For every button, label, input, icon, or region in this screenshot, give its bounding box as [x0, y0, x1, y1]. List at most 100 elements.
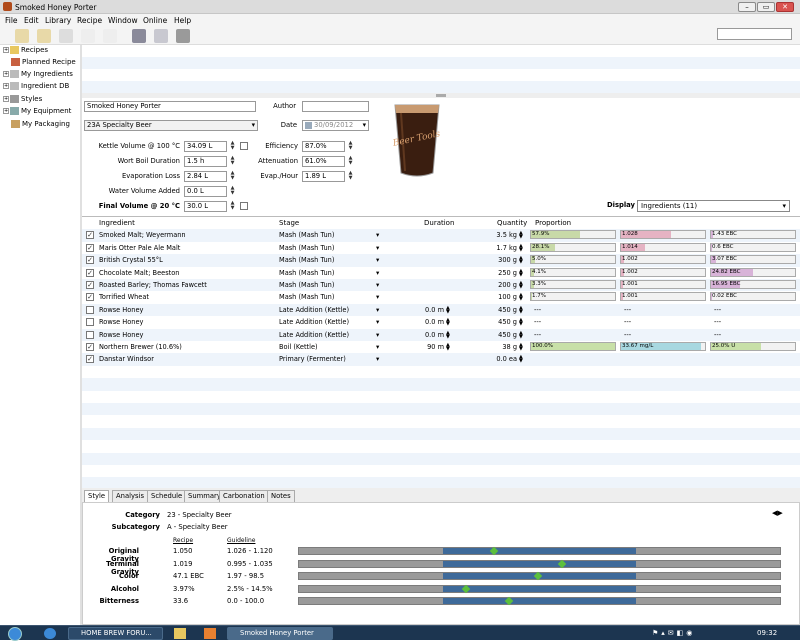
table-row[interactable]: ✓ Chocolate Malt; Beeston Mash (Mash Tun) ▾…	[82, 267, 800, 279]
open-folder-icon[interactable]	[37, 29, 51, 43]
evap-hour-spinner[interactable]: ▲ ▼	[348, 171, 353, 181]
new-document-icon[interactable]	[81, 29, 95, 43]
save-all-icon[interactable]	[154, 29, 168, 43]
quantity-spinner[interactable]: ▲ ▼	[519, 355, 523, 364]
tab-notes[interactable]: Notes	[267, 490, 295, 502]
attenuation-input[interactable]: 61.0%	[302, 156, 345, 167]
evaporation-loss-input[interactable]: 2.84 L	[184, 171, 227, 182]
media-player-icon[interactable]	[204, 628, 216, 639]
save-icon[interactable]	[132, 29, 146, 43]
stage-dropdown-icon[interactable]: ▾	[376, 231, 379, 239]
stage-dropdown-icon[interactable]: ▾	[376, 355, 379, 363]
stage-dropdown-icon[interactable]: ▾	[376, 293, 379, 301]
recipe-name-input[interactable]: Smoked Honey Porter	[84, 101, 256, 112]
tab-style[interactable]: Style	[84, 490, 110, 502]
menu-library[interactable]: Library	[45, 16, 71, 25]
row-checkbox[interactable]: ✓	[86, 343, 94, 351]
tab-analysis[interactable]: Analysis	[112, 490, 149, 502]
final-volume-spinner[interactable]: ▲ ▼	[230, 201, 235, 211]
ingredient-quantity[interactable]: 450 g	[478, 306, 517, 314]
stage-dropdown-icon[interactable]: ▾	[376, 318, 379, 326]
row-checkbox[interactable]	[86, 318, 94, 327]
boil-duration-input[interactable]: 1.5 h	[184, 156, 227, 167]
quantity-spinner[interactable]: ▲ ▼	[519, 281, 523, 290]
duration-spinner[interactable]: ▲ ▼	[446, 343, 450, 352]
row-checkbox[interactable]: ✓	[86, 355, 94, 364]
kettle-volume-checkbox[interactable]	[240, 142, 248, 150]
stage-dropdown-icon[interactable]: ▾	[376, 256, 379, 264]
tree-item-planned-recipe[interactable]: Planned Recipe	[11, 58, 89, 70]
table-row[interactable]: ✓ British Crystal 55°L Mash (Mash Tun) ▾ 300…	[82, 254, 800, 267]
explorer-icon[interactable]	[174, 628, 186, 639]
table-row[interactable]: ✓ Danstar Windsor Primary (Fermenter) ▾ 0.0 …	[82, 353, 800, 366]
final-volume-input[interactable]: 30.0 L	[184, 201, 227, 212]
quantity-spinner[interactable]: ▲ ▼	[519, 231, 523, 240]
tree-item-styles[interactable]: + Styles	[3, 95, 81, 107]
table-row[interactable]: ✓ Smoked Malt; Weyermann Mash (Mash Tun) ▾ 3…	[82, 229, 800, 242]
quantity-spinner[interactable]: ▲ ▼	[519, 293, 523, 302]
start-button[interactable]	[8, 627, 22, 641]
clipboard-icon[interactable]	[103, 29, 117, 43]
ingredient-quantity[interactable]: 0.0 ea	[478, 355, 517, 363]
expand-icon[interactable]: +	[3, 47, 9, 53]
table-row[interactable]: ✓ Northern Brewer (10.6%) Boil (Kettle) ▾ 90…	[82, 341, 800, 353]
ingredient-quantity[interactable]: 200 g	[478, 281, 517, 289]
quantity-spinner[interactable]: ▲ ▼	[519, 256, 523, 265]
ingredient-quantity[interactable]: 1.7 kg	[478, 244, 517, 252]
display-select[interactable]: Ingredients (11) ▾	[637, 200, 790, 212]
table-row[interactable]: Rowse Honey Late Addition (Kettle) ▾ 0.0 m ▲…	[82, 328, 800, 341]
ie-icon[interactable]	[44, 628, 56, 639]
col-quantity[interactable]: Quantity	[497, 219, 527, 227]
system-tray-icons[interactable]: ⚑▴✉◧◉	[652, 629, 695, 637]
water-volume-input[interactable]: 0.0 L	[184, 186, 227, 197]
kettle-volume-input[interactable]: 34.09 L	[184, 141, 227, 152]
row-checkbox[interactable]	[86, 305, 94, 314]
expand-icon[interactable]: +	[3, 96, 9, 102]
col-stage[interactable]: Stage	[279, 219, 299, 227]
row-checkbox[interactable]: ✓	[86, 293, 94, 302]
col-ingredient[interactable]: Ingredient	[99, 219, 135, 227]
row-checkbox[interactable]: ✓	[86, 256, 94, 265]
duration-spinner[interactable]: ▲ ▼	[446, 305, 450, 314]
duration-spinner[interactable]: ▲ ▼	[446, 318, 450, 327]
tree-item-recipes[interactable]: + Recipes	[3, 46, 81, 58]
quantity-spinner[interactable]: ▲ ▼	[519, 243, 523, 252]
efficiency-spinner[interactable]: ▲ ▼	[348, 141, 353, 151]
date-picker[interactable]: 30/09/2012 ▾	[302, 120, 369, 131]
ingredient-duration[interactable]: 0.0 m	[410, 331, 444, 339]
row-checkbox[interactable]: ✓	[86, 268, 94, 277]
ingredient-quantity[interactable]: 250 g	[478, 269, 517, 277]
stage-dropdown-icon[interactable]: ▾	[376, 331, 379, 339]
stage-dropdown-icon[interactable]: ▾	[376, 306, 379, 314]
final-volume-checkbox[interactable]	[240, 202, 248, 210]
quantity-spinner[interactable]: ▲ ▼	[519, 268, 523, 277]
col-duration[interactable]: Duration	[424, 219, 454, 227]
table-row[interactable]: Rowse Honey Late Addition (Kettle) ▾ 0.0 m ▲…	[82, 303, 800, 317]
menu-edit[interactable]: Edit	[24, 16, 39, 25]
stage-dropdown-icon[interactable]: ▾	[376, 281, 379, 289]
stage-dropdown-icon[interactable]: ▾	[376, 244, 379, 252]
efficiency-input[interactable]: 87.0%	[302, 141, 345, 152]
ingredient-quantity[interactable]: 450 g	[478, 318, 517, 326]
row-checkbox[interactable]: ✓	[86, 281, 94, 289]
expand-icon[interactable]: +	[3, 83, 9, 89]
minimize-button[interactable]: –	[738, 2, 756, 12]
attenuation-spinner[interactable]: ▲ ▼	[348, 156, 353, 166]
menu-file[interactable]: File	[5, 16, 18, 25]
close-button[interactable]: ✕	[776, 2, 794, 12]
ingredient-duration[interactable]: 90 m	[410, 343, 444, 351]
tab-schedule[interactable]: Schedule	[147, 490, 187, 502]
duration-spinner[interactable]: ▲ ▼	[446, 330, 450, 339]
ingredient-quantity[interactable]: 100 g	[478, 293, 517, 301]
row-checkbox[interactable]: ✓	[86, 243, 94, 252]
search-input[interactable]	[717, 28, 792, 40]
expand-icon[interactable]: +	[3, 108, 9, 114]
menu-help[interactable]: Help	[174, 16, 191, 25]
table-row[interactable]: ✓ Torrified Wheat Mash (Mash Tun) ▾ 100 g ▲ ▼ 1…	[82, 291, 800, 303]
menu-recipe[interactable]: Recipe	[77, 16, 102, 25]
evaporation-loss-spinner[interactable]: ▲ ▼	[230, 171, 235, 181]
taskbar-forum[interactable]: HOME BREW FORU...	[68, 627, 163, 640]
tab-carbonation[interactable]: Carbonation	[219, 490, 269, 502]
navigate-arrows-icon[interactable]: ◀▶	[772, 509, 783, 517]
col-proportion[interactable]: Proportion	[535, 219, 571, 227]
